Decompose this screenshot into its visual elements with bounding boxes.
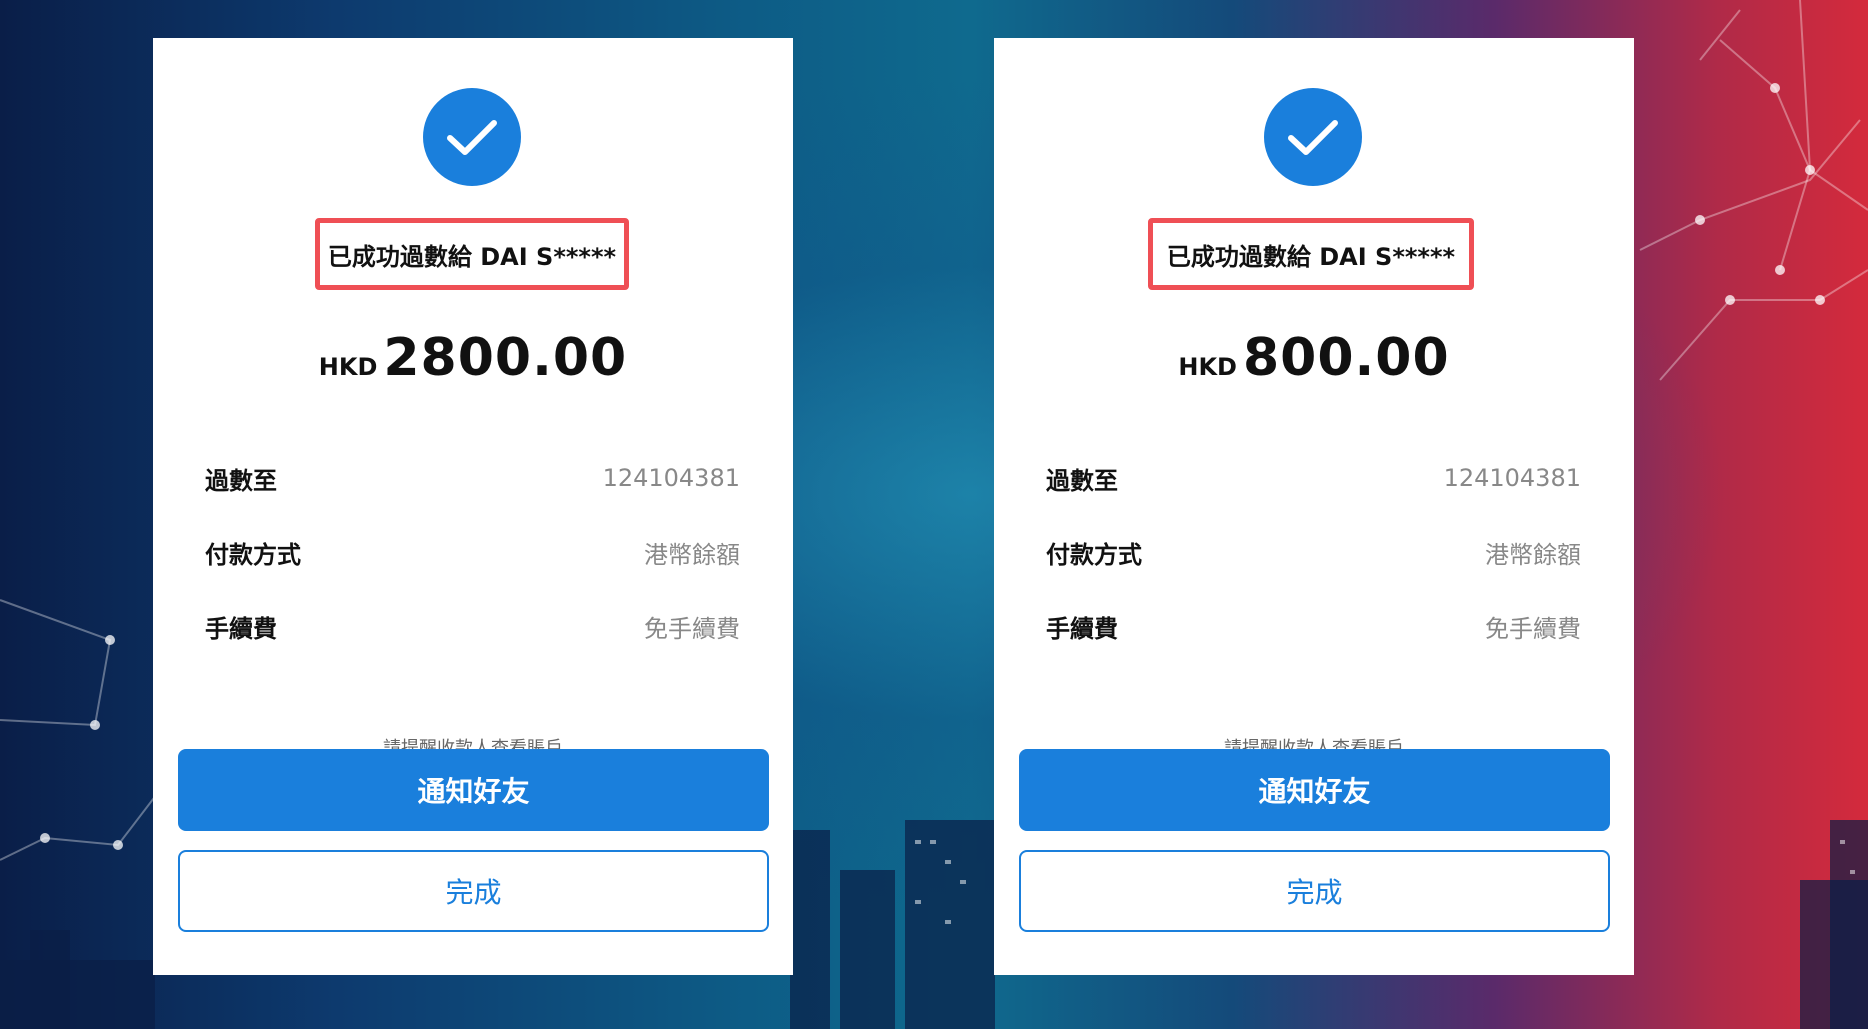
detail-row-payment-method: 付款方式 港幣餘額	[205, 532, 740, 572]
detail-value: 124104381	[602, 464, 740, 492]
amount-display: HKD 2800.00	[153, 328, 793, 398]
amount-value: 2800.00	[383, 328, 628, 388]
checkmark-circle-icon	[1264, 88, 1362, 186]
detail-value: 124104381	[1443, 464, 1581, 492]
amount-display: HKD 800.00	[994, 328, 1634, 398]
detail-row-fee: 手續費 免手續費	[205, 606, 740, 646]
amount-value: 800.00	[1242, 328, 1450, 388]
detail-label: 付款方式	[205, 540, 301, 569]
notify-friend-button[interactable]: 通知好友	[1019, 749, 1610, 831]
detail-value: 港幣餘額	[644, 540, 740, 569]
detail-row-payment-method: 付款方式 港幣餘額	[1046, 532, 1581, 572]
notify-friend-button[interactable]: 通知好友	[178, 749, 769, 831]
success-headline: 已成功過數給 DAI S*****	[327, 242, 617, 271]
detail-label: 付款方式	[1046, 540, 1142, 569]
payment-success-card-left: 已成功過數給 DAI S***** HKD 2800.00 過數至 124104…	[153, 38, 793, 975]
success-headline: 已成功過數給 DAI S*****	[1166, 242, 1456, 271]
done-button[interactable]: 完成	[178, 850, 769, 932]
detail-row-transfer-to: 過數至 124104381	[205, 458, 740, 498]
headline-highlight-box: 已成功過數給 DAI S*****	[315, 218, 629, 290]
payment-success-card-right: 已成功過數給 DAI S***** HKD 800.00 過數至 1241043…	[994, 38, 1634, 975]
detail-row-transfer-to: 過數至 124104381	[1046, 458, 1581, 498]
detail-label: 手續費	[1046, 614, 1118, 643]
detail-label: 手續費	[205, 614, 277, 643]
detail-row-fee: 手續費 免手續費	[1046, 606, 1581, 646]
detail-label: 過數至	[1046, 466, 1118, 495]
currency-code: HKD	[1178, 353, 1237, 381]
checkmark-circle-icon	[423, 88, 521, 186]
detail-value: 港幣餘額	[1485, 540, 1581, 569]
currency-code: HKD	[318, 353, 378, 381]
headline-highlight-box: 已成功過數給 DAI S*****	[1148, 218, 1474, 290]
detail-value: 免手續費	[1485, 614, 1581, 643]
detail-value: 免手續費	[644, 614, 740, 643]
detail-label: 過數至	[205, 466, 277, 495]
done-button[interactable]: 完成	[1019, 850, 1610, 932]
